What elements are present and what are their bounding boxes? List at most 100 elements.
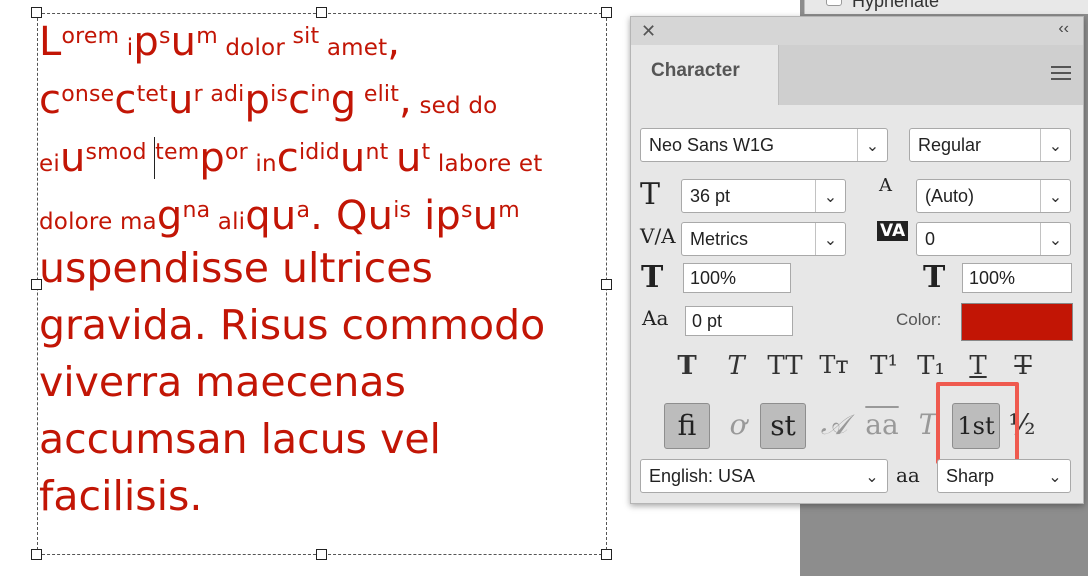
horizontal-scale-icon: T <box>923 260 946 295</box>
chevron-down-icon[interactable]: ⌄ <box>815 180 845 212</box>
text-run: orem <box>61 24 120 49</box>
font-size-select[interactable]: 36 pt ⌄ <box>681 179 846 213</box>
text-run: , <box>387 19 401 65</box>
antialias-value: Sharp <box>946 466 995 486</box>
text-frame-content[interactable]: Lorem ipsum dolor sit amet, consectetur … <box>39 8 607 525</box>
text-run: u <box>395 135 422 181</box>
text-run: onse <box>61 82 115 107</box>
superscript-button[interactable]: T¹ <box>867 351 901 387</box>
text-run: u <box>59 135 86 181</box>
ordinals-highlight <box>936 382 1019 464</box>
text-run: c <box>114 77 137 123</box>
text-run: g <box>330 77 357 123</box>
text-run: r <box>193 82 203 107</box>
text-run: in <box>310 82 331 107</box>
faux-bold-button[interactable]: T <box>670 351 704 387</box>
text-run: i <box>119 35 134 61</box>
text-line: uspendisse ultrices <box>39 244 433 292</box>
contextual-alternates-button[interactable]: ơ <box>715 403 761 449</box>
text-run: u <box>170 19 197 65</box>
stylistic-alternates-button[interactable]: aa <box>859 403 905 449</box>
close-icon[interactable]: ✕ <box>641 21 656 42</box>
text-line: viverra maecenas <box>39 358 406 406</box>
character-panel: ✕ ‹‹ Character Neo Sans W1G ⌄ Regular ⌄ … <box>630 16 1084 504</box>
chevron-down-icon[interactable]: ⌄ <box>1040 460 1070 492</box>
tracking-icon: VA <box>877 221 909 241</box>
text-run: p <box>435 193 462 239</box>
antialias-select[interactable]: Sharp ⌄ <box>937 459 1071 493</box>
text-run <box>356 93 364 119</box>
text-line: gravida. Risus commodo <box>39 301 546 349</box>
text-run: or <box>224 140 248 165</box>
antialias-icon: aa <box>896 463 920 487</box>
text-run: nt <box>365 140 389 165</box>
horizontal-scale-field[interactable]: 100% <box>962 263 1072 293</box>
paragraph-panel-partial <box>804 0 1088 14</box>
text-line: eiusmod tempor incididunt ut labore et <box>39 124 607 182</box>
resize-handle-bottom-center[interactable] <box>316 549 327 560</box>
text-run: u <box>367 193 394 239</box>
standard-ligatures-button[interactable]: fi <box>664 403 710 449</box>
baseline-shift-field[interactable]: 0 pt <box>685 306 793 336</box>
text-line: dolore magna aliqua. Quis ipsum <box>39 182 607 240</box>
text-run: u <box>472 193 499 239</box>
chevron-down-icon[interactable]: ⌄ <box>1040 180 1070 212</box>
panel-tab-row: Character <box>631 45 1083 105</box>
panel-menu-icon[interactable] <box>1051 66 1071 80</box>
all-caps-button[interactable]: TT <box>765 351 805 387</box>
collapse-icon[interactable]: ‹‹ <box>1058 20 1069 38</box>
text-run: dolor <box>217 35 293 61</box>
chevron-down-icon[interactable]: ⌄ <box>1040 223 1070 255</box>
text-run: ali <box>210 209 246 235</box>
chevron-down-icon[interactable]: ⌄ <box>857 129 887 161</box>
small-caps-button[interactable]: Tт <box>814 351 854 387</box>
tracking-value: 0 <box>925 229 936 249</box>
text-run: a <box>296 198 311 223</box>
text-run: is <box>393 198 412 223</box>
discretionary-ligatures-button[interactable]: st <box>760 403 806 449</box>
leading-select[interactable]: (Auto) ⌄ <box>916 179 1071 213</box>
kerning-value: Metrics <box>690 229 748 249</box>
leading-icon: A <box>879 175 892 196</box>
text-run: adi <box>210 82 245 107</box>
kerning-icon: V/A <box>640 224 676 248</box>
font-family-select[interactable]: Neo Sans W1G ⌄ <box>640 128 888 162</box>
text-run: smod <box>85 140 147 165</box>
text-run: c <box>288 77 311 123</box>
font-size-value: 36 pt <box>690 186 731 206</box>
text-run: . Q <box>310 193 368 239</box>
kerning-select[interactable]: Metrics ⌄ <box>681 222 846 256</box>
text-line: consectetur adipiscing elit, sed do <box>39 66 607 124</box>
color-swatch[interactable] <box>961 303 1073 341</box>
resize-handle-bottom-left[interactable] <box>31 549 42 560</box>
text-run: dolore ma <box>39 209 157 235</box>
tracking-select[interactable]: 0 ⌄ <box>916 222 1071 256</box>
swash-button[interactable]: 𝒜 <box>811 403 857 449</box>
hyphenate-checkbox[interactable] <box>826 0 842 6</box>
text-run: u <box>168 77 194 123</box>
text-run: labore et <box>430 151 543 177</box>
text-run: m <box>196 24 218 49</box>
language-select[interactable]: English: USA ⌄ <box>640 459 888 493</box>
text-run: u <box>339 135 366 181</box>
text-line: facilisis. <box>39 472 203 520</box>
faux-italic-button[interactable]: T <box>719 351 753 387</box>
text-run: in <box>247 151 277 177</box>
font-size-icon: T <box>640 177 661 212</box>
text-run: idid <box>298 140 340 165</box>
chevron-down-icon[interactable]: ⌄ <box>857 460 887 492</box>
text-line: Lorem ipsum dolor sit amet, <box>39 8 607 66</box>
text-run: p <box>199 135 225 181</box>
text-line: accumsan lacus vel <box>39 415 441 463</box>
resize-handle-bottom-right[interactable] <box>601 549 612 560</box>
tab-character[interactable]: Character <box>631 45 779 105</box>
text-run: sit <box>292 24 320 49</box>
chevron-down-icon[interactable]: ⌄ <box>815 223 845 255</box>
vertical-scale-icon: T <box>641 260 664 295</box>
font-style-select[interactable]: Regular ⌄ <box>909 128 1071 162</box>
vertical-scale-field[interactable]: 100% <box>683 263 791 293</box>
panel-title-bar[interactable]: ✕ ‹‹ <box>631 17 1083 45</box>
leading-value: (Auto) <box>925 186 975 206</box>
chevron-down-icon[interactable]: ⌄ <box>1040 129 1070 161</box>
text-run: s <box>159 24 171 49</box>
